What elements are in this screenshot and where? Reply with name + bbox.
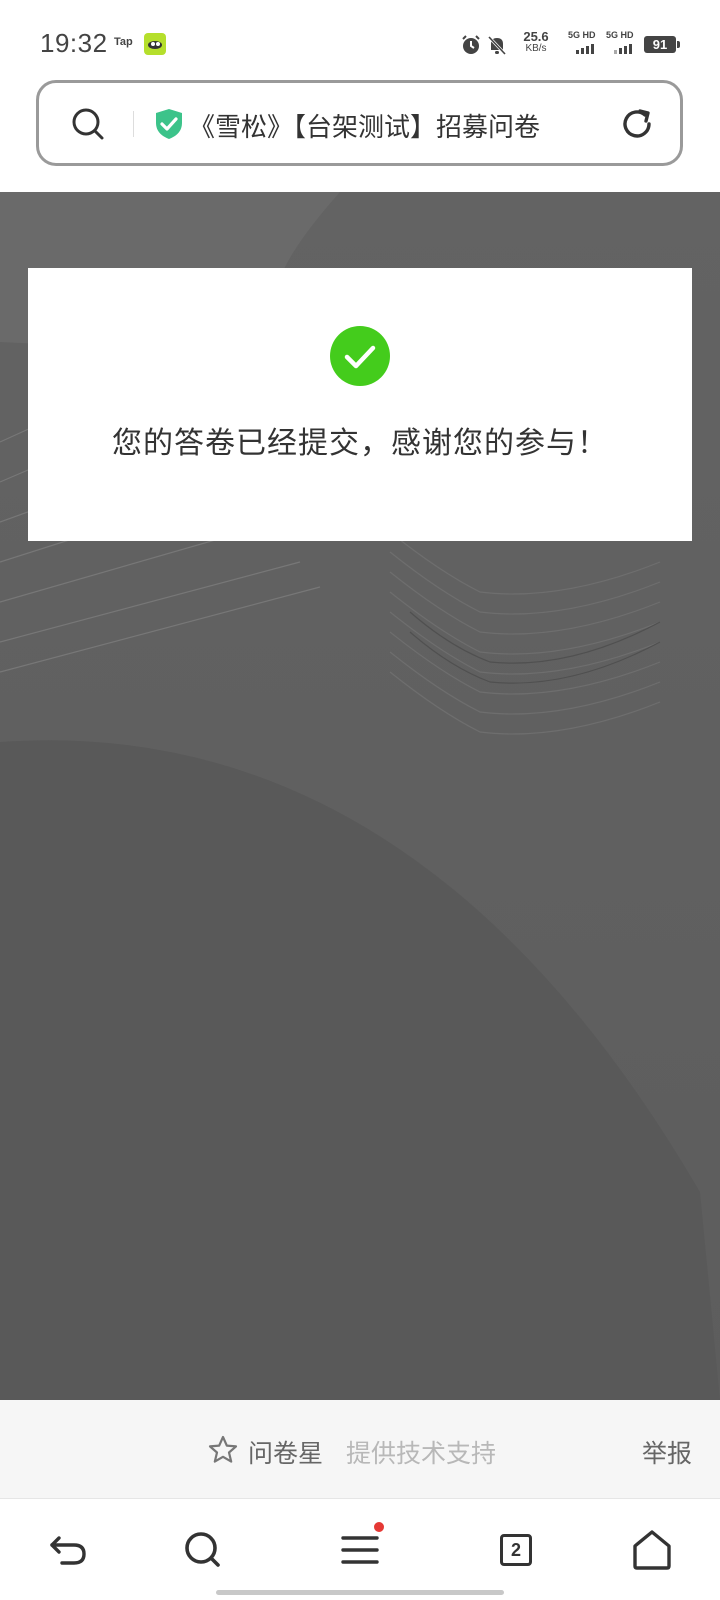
- tap-app-label: Tap: [114, 36, 133, 48]
- back-button[interactable]: [42, 1524, 94, 1576]
- star-icon: [208, 1435, 238, 1469]
- tabs-button[interactable]: 2: [490, 1524, 542, 1576]
- sim1-label: 5G HD: [568, 30, 596, 40]
- battery-icon: 91: [644, 36, 680, 53]
- status-time: 19:32: [40, 28, 108, 58]
- success-check-icon: [330, 326, 390, 390]
- tabs-icon: 2: [500, 1534, 532, 1566]
- search-icon[interactable]: [71, 107, 105, 145]
- bell-off-icon: [486, 34, 508, 60]
- page-title[interactable]: 《雪松》【台架测试】招募问卷: [189, 107, 609, 144]
- survey-footer: 问卷星 提供技术支持 举报: [0, 1400, 720, 1499]
- address-bar[interactable]: 《雪松》【台架测试】招募问卷: [36, 80, 683, 166]
- result-message: 您的答卷已经提交，感谢您的参与！: [112, 426, 608, 461]
- reload-icon[interactable]: [618, 105, 656, 147]
- page-content: 您的答卷已经提交，感谢您的参与！: [0, 192, 720, 1400]
- net-speed-unit: KB/s: [525, 43, 547, 54]
- home-button[interactable]: [626, 1524, 678, 1576]
- notification-dot: [374, 1522, 384, 1532]
- report-link[interactable]: 举报: [642, 1434, 692, 1470]
- browser-bottom-nav: 2: [0, 1500, 720, 1600]
- search-icon: [185, 1532, 220, 1567]
- search-button[interactable]: [176, 1524, 228, 1576]
- alarm-icon: [460, 34, 482, 60]
- status-bar: 19:32 Tap 25.6 KB/s 5G HD 5G HD 91: [0, 0, 720, 78]
- back-icon: [50, 1536, 86, 1565]
- app-notification-icon: [144, 33, 166, 55]
- net-speed-value: 25.6: [523, 29, 549, 44]
- shield-check-icon[interactable]: [153, 107, 185, 145]
- brand-tagline: 提供技术支持: [346, 1439, 497, 1468]
- sim2-label: 5G HD: [606, 30, 634, 40]
- result-card: 您的答卷已经提交，感谢您的参与！: [28, 268, 692, 541]
- brand-link[interactable]: 问卷星: [248, 1434, 323, 1470]
- address-divider: [133, 111, 134, 137]
- home-indicator[interactable]: [216, 1590, 504, 1595]
- signal-icon: 5G HD: [606, 30, 640, 56]
- menu-button[interactable]: [334, 1522, 386, 1576]
- signal-icon: 5G HD: [568, 30, 602, 56]
- net-speed: 25.6 KB/s: [518, 29, 554, 55]
- home-icon: [633, 1530, 671, 1570]
